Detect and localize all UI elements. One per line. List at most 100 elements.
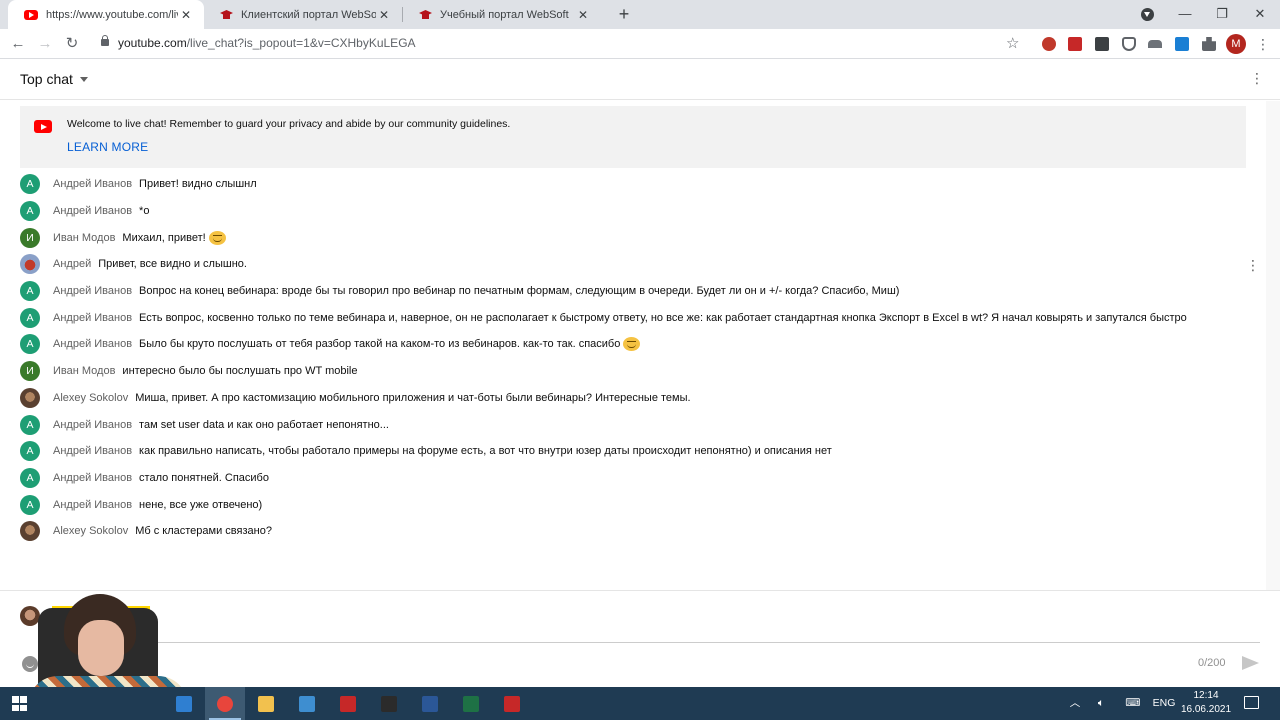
forward-arrow-icon[interactable]: → [35,34,55,54]
minimize-button[interactable]: — [1167,0,1203,29]
volume-icon[interactable]: 🔈︎ [1092,687,1110,720]
lock-icon[interactable] [101,35,109,46]
chat-message[interactable]: А Андрей Иванов стало понятней. Спасибо [0,465,1266,492]
tab-client-portal[interactable]: Клиентский портал WebSoft ✕ [204,0,402,29]
extensions-puzzle-icon[interactable] [1202,37,1216,51]
author-name[interactable]: Андрей Иванов [53,445,132,457]
author-avatar[interactable]: А [20,494,40,515]
author-name[interactable]: Андрей Иванов [53,499,132,511]
chat-message[interactable]: Alexey Sokolov Мб с кластерами связано? [0,518,1266,545]
author-avatar[interactable]: А [20,307,40,328]
author-name[interactable]: Иван Модов [53,232,115,244]
chat-message[interactable]: А Андрей Иванов там set user data и как он… [0,411,1266,438]
chat-message[interactable]: А Андрей Иванов Есть вопрос, косвенно толь… [0,304,1266,331]
extension-ladybug-icon[interactable] [1042,37,1056,51]
tab-title: Учебный портал WebSoft [440,8,569,21]
author-name[interactable]: Андрей [53,258,91,270]
author-avatar[interactable]: А [20,441,40,462]
chat-message[interactable]: А Андрей Иванов Было бы круто послушать от… [0,331,1266,358]
chat-message[interactable]: А Андрей Иванов *о [0,198,1266,225]
profile-avatar[interactable]: M [1226,34,1246,54]
author-avatar[interactable]: И [20,361,40,382]
keyboard-icon[interactable]: ⌨︎ [1122,687,1144,720]
message-menu-icon[interactable]: ⋮ [1246,257,1260,274]
chat-message[interactable]: Alexey Sokolov Миша, привет. А про кастом… [0,385,1266,412]
message-text: нене, все уже отвечено) [139,498,263,511]
acrobat-taskbar-button[interactable] [492,687,532,720]
author-avatar[interactable]: А [20,334,40,355]
browser-menu-icon[interactable]: ⋮ [1256,34,1270,54]
character-counter: 0/200 [1198,657,1226,669]
chat-message[interactable]: И Иван Модов интересно было бы послушать п… [0,358,1266,385]
obs-icon [381,695,397,712]
sourcetree-taskbar-button[interactable] [164,687,204,720]
author-name[interactable]: Андрей Иванов [53,178,132,190]
send-icon[interactable] [1240,655,1260,671]
chat-message[interactable]: И Иван Модов Михаил, привет! [0,224,1266,251]
tab-youtube-live-chat[interactable]: https://www.youtube.com/live_c ✕ [8,0,204,29]
author-avatar[interactable]: И [20,227,40,248]
author-name[interactable]: Андрей Иванов [53,205,132,217]
close-window-button[interactable]: ✕ [1242,0,1278,29]
extension-checkmark-icon[interactable] [1095,37,1109,51]
author-avatar[interactable]: А [20,467,40,488]
tab-search-icon[interactable] [1141,8,1154,21]
pocket-icon[interactable] [1122,37,1136,51]
author-name[interactable]: Alexey Sokolov [53,525,128,537]
websoft-favicon-icon [220,8,233,21]
author-avatar[interactable] [20,387,40,408]
excel-taskbar-button[interactable] [451,687,491,720]
extension-calendar-icon[interactable] [1068,37,1082,51]
smiling-emoji-icon [623,337,641,352]
author-avatar[interactable]: А [20,201,40,222]
checkers-taskbar-button[interactable] [328,687,368,720]
chrome-taskbar-button[interactable] [205,687,245,720]
extension-hat-icon[interactable] [1148,40,1162,48]
author-name[interactable]: Alexey Sokolov [53,392,128,404]
author-avatar[interactable] [20,254,40,275]
chat-scrollbar[interactable] [1266,101,1280,590]
tray-chevron-up-icon[interactable]: ︿ [1066,687,1084,720]
windows-start-icon[interactable] [12,696,27,711]
author-avatar[interactable]: А [20,414,40,435]
author-avatar[interactable]: А [20,174,40,195]
author-name[interactable]: Андрей Иванов [53,312,132,324]
notifications-icon[interactable] [1244,696,1259,709]
new-tab-button[interactable]: + [614,4,634,24]
close-tab-icon[interactable]: ✕ [376,8,392,22]
obs-taskbar-button[interactable] [369,687,409,720]
author-name[interactable]: Андрей Иванов [53,472,132,484]
author-avatar[interactable]: А [20,281,40,302]
author-name[interactable]: Андрей Иванов [53,338,132,350]
reload-icon[interactable]: ↻ [62,34,82,54]
author-name[interactable]: Иван Модов [53,365,115,377]
close-tab-icon[interactable]: ✕ [178,8,194,22]
more-options-icon[interactable]: ⋮ [1250,70,1264,87]
word-taskbar-button[interactable] [410,687,450,720]
close-tab-icon[interactable]: ✕ [575,8,591,22]
author-avatar[interactable] [20,521,40,542]
chat-message[interactable]: А Андрей Иванов как правильно написать, чт… [0,438,1266,465]
url-text[interactable]: youtube.com/live_chat?is_popout=1&v=CXHb… [118,36,416,50]
maximize-button[interactable]: ❐ [1204,0,1240,29]
author-name[interactable]: Андрей Иванов [53,419,132,431]
chat-message[interactable]: А Андрей Иванов Вопрос на конец вебинара: … [0,278,1266,305]
tab-learning-portal[interactable]: Учебный портал WebSoft ✕ [403,0,601,29]
extension-arrows-icon[interactable] [1175,37,1189,51]
remote-desktop-taskbar-button[interactable] [287,687,327,720]
input-language-indicator[interactable]: ENG [1150,687,1178,720]
taskbar-clock[interactable]: 12:14 16.06.2021 [1180,689,1232,717]
explorer-taskbar-button[interactable] [246,687,286,720]
address-bar[interactable]: youtube.com/live_chat?is_popout=1&v=CXHb… [90,32,1030,56]
chat-message[interactable]: Андрей Привет, все видно и слышно. ⋮ [0,251,1266,278]
chat-message-input[interactable] [52,619,1260,643]
chat-message[interactable]: А Андрей Иванов Привет! видно слышнл [0,171,1266,198]
author-name[interactable]: Андрей Иванов [53,285,132,297]
learn-more-link[interactable]: LEARN MORE [67,140,148,154]
smiling-emoji-icon [208,230,226,245]
bookmark-star-icon[interactable]: ☆ [1006,34,1019,52]
message-text: интересно было бы послушать про WT mobil… [122,365,358,378]
back-arrow-icon[interactable]: ← [8,34,28,54]
chat-mode-dropdown[interactable]: Top chat [20,71,88,87]
chat-message[interactable]: А Андрей Иванов нене, все уже отвечено) [0,491,1266,518]
